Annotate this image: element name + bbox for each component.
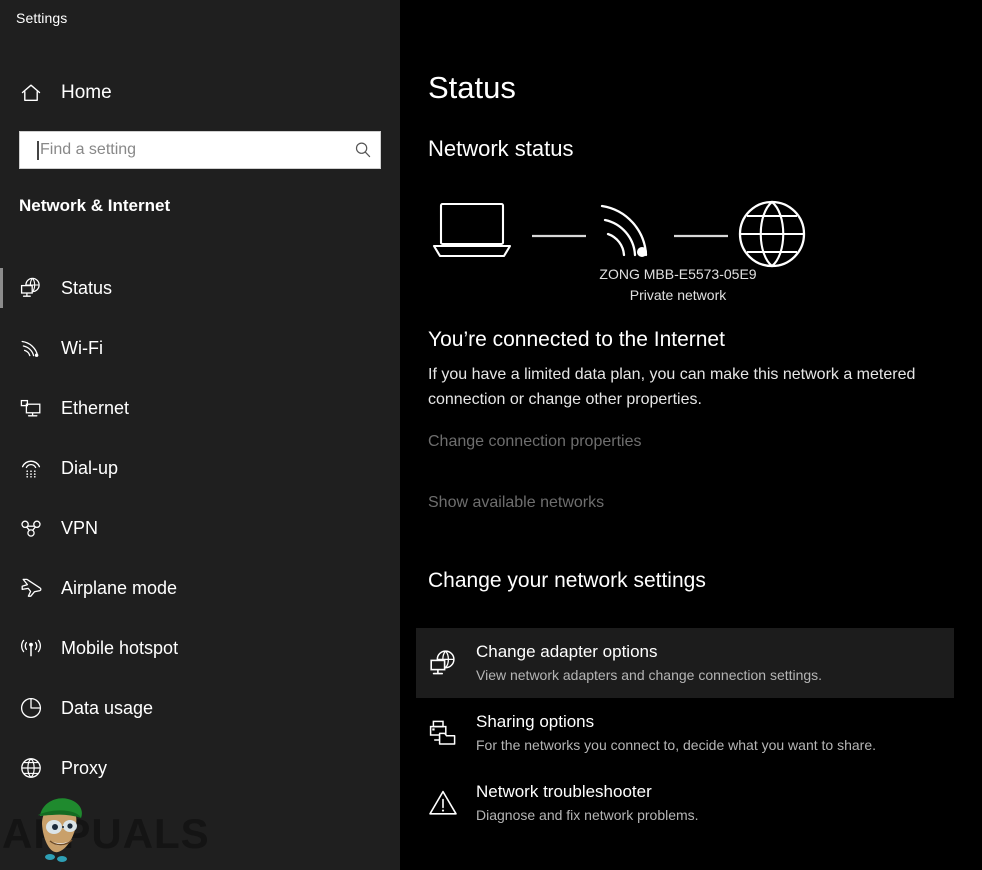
sidebar-item-label: Wi-Fi <box>61 337 103 358</box>
sidebar-item-label: VPN <box>61 517 99 538</box>
sidebar-item-label: Airplane mode <box>61 577 178 598</box>
action-subtitle: Diagnose and fix network problems. <box>476 807 699 823</box>
connection-description: If you have a limited data plan, you can… <box>428 366 916 408</box>
sidebar-nav: Status Wi-Fi Ethernet Dial-up VPN Airpla… <box>0 258 400 798</box>
action-title: Network troubleshooter <box>476 782 652 801</box>
action-title: Sharing options <box>476 712 595 731</box>
home-icon <box>18 82 44 104</box>
change-connection-properties-link[interactable]: Change connection properties <box>428 433 641 451</box>
sidebar-item-label: Mobile hotspot <box>61 637 179 658</box>
airplane-icon <box>18 576 44 600</box>
action-subtitle: View network adapters and change connect… <box>476 667 823 683</box>
sidebar-item-proxy[interactable]: Proxy <box>0 738 400 798</box>
action-text: Network troubleshooter Diagnose and fix … <box>476 781 699 825</box>
page-title: Status <box>428 70 516 105</box>
action-text: Sharing options For the networks you con… <box>476 711 876 755</box>
globe-icon <box>738 200 806 268</box>
change-network-settings-heading: Change your network settings <box>428 569 706 592</box>
sidebar-section-title: Network & Internet <box>19 196 171 215</box>
printer-folder-icon <box>428 718 458 748</box>
sidebar-item-airplane-mode[interactable]: Airplane mode <box>0 558 400 618</box>
action-title: Change adapter options <box>476 642 658 661</box>
appuals-watermark: APPUALS <box>0 792 230 864</box>
action-subtitle: For the networks you connect to, decide … <box>476 737 876 753</box>
search-box[interactable] <box>19 131 381 169</box>
network-status-icon <box>18 276 44 300</box>
network-diagram <box>428 196 948 274</box>
sidebar-item-home[interactable]: Home <box>0 74 400 112</box>
network-status-heading: Network status <box>428 136 574 161</box>
network-type: Private network <box>629 287 727 303</box>
connection-heading: You’re connected to the Internet <box>428 328 725 351</box>
laptop-icon <box>432 202 512 258</box>
sidebar-item-mobile-hotspot[interactable]: Mobile hotspot <box>0 618 400 678</box>
show-available-networks-link[interactable]: Show available networks <box>428 494 604 512</box>
change-adapter-options-row[interactable]: Change adapter options View network adap… <box>416 628 954 698</box>
sidebar-item-label: Ethernet <box>61 397 130 418</box>
sidebar-item-label: Data usage <box>61 697 154 718</box>
watermark-text: APPUALS <box>2 810 210 857</box>
sidebar: Settings Home Network & Internet <box>0 0 400 870</box>
selection-indicator <box>0 268 3 308</box>
sidebar-item-data-usage[interactable]: Data usage <box>0 678 400 738</box>
pie-chart-icon <box>18 696 44 720</box>
settings-window: Settings Home Network & Internet <box>0 0 982 870</box>
sidebar-item-wifi[interactable]: Wi-Fi <box>0 318 400 378</box>
search-icon[interactable] <box>346 140 380 160</box>
network-name: ZONG MBB-E5573-05E9 <box>599 266 757 282</box>
app-title: Settings <box>16 10 68 26</box>
sidebar-item-vpn[interactable]: VPN <box>0 498 400 558</box>
sidebar-item-label: Dial-up <box>61 457 119 478</box>
sidebar-item-dialup[interactable]: Dial-up <box>0 438 400 498</box>
globe-icon <box>18 756 44 780</box>
sharing-options-row[interactable]: Sharing options For the networks you con… <box>416 698 954 768</box>
vpn-icon <box>18 516 44 540</box>
network-settings-actions: Change adapter options View network adap… <box>400 628 982 838</box>
mascot-icon <box>28 794 90 869</box>
home-label: Home <box>61 82 112 103</box>
wifi-signal-icon <box>600 204 648 257</box>
wifi-icon <box>18 336 44 360</box>
ethernet-icon <box>18 396 44 420</box>
search-input[interactable] <box>39 132 346 168</box>
sidebar-item-ethernet[interactable]: Ethernet <box>0 378 400 438</box>
warning-triangle-icon <box>428 788 458 818</box>
network-troubleshooter-row[interactable]: Network troubleshooter Diagnose and fix … <box>416 768 954 838</box>
main-content: Status Network status ZONG MBB-E5573-05E… <box>400 0 982 870</box>
action-text: Change adapter options View network adap… <box>476 641 822 685</box>
sidebar-item-label: Status <box>61 277 113 298</box>
network-adapter-icon <box>428 648 458 678</box>
hotspot-icon <box>18 636 44 660</box>
sidebar-item-status[interactable]: Status <box>0 258 400 318</box>
sidebar-item-label: Proxy <box>61 757 108 778</box>
dialup-icon <box>18 456 44 480</box>
